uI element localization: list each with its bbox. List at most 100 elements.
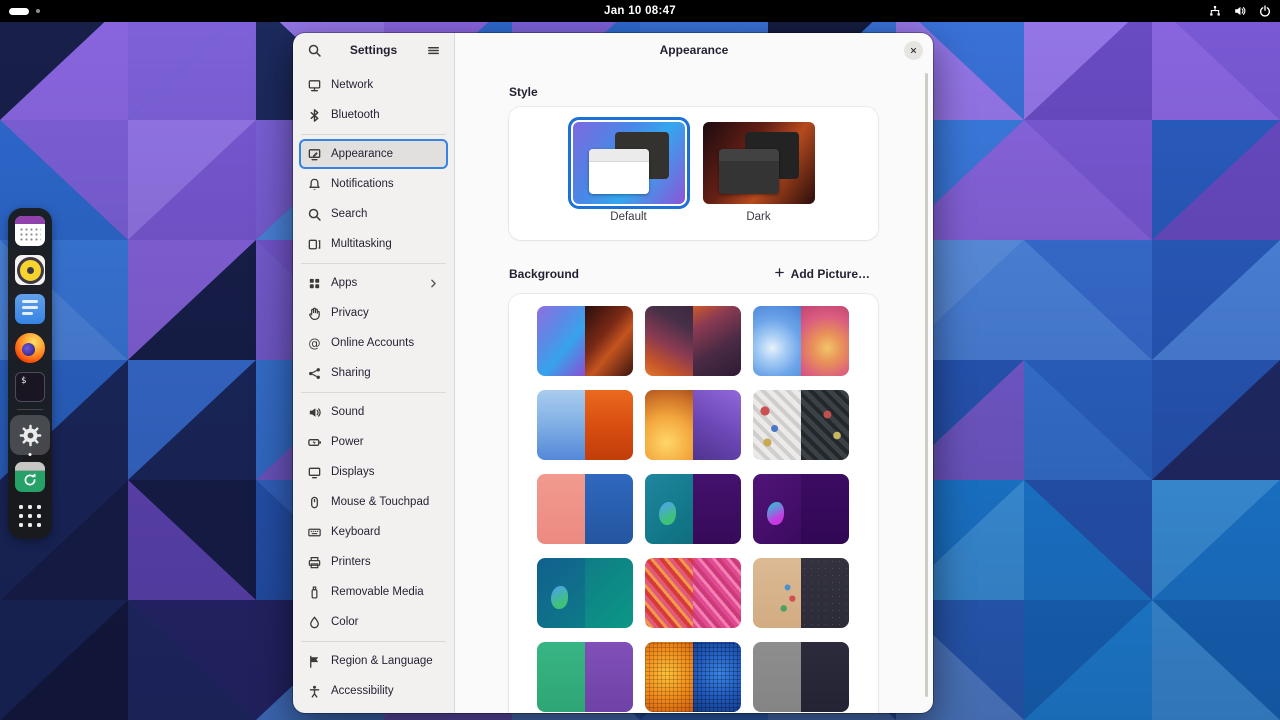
region-language-icon <box>307 654 322 669</box>
sidebar-item-label: Color <box>331 616 358 628</box>
sidebar-item-label: Search <box>331 208 367 220</box>
top-bar: Jan 10 08:47 <box>0 0 1280 22</box>
wallpaper-dark-half <box>693 558 741 628</box>
shutdown-icon <box>1258 4 1272 18</box>
notifications-icon <box>307 177 322 192</box>
sidebar-item-removable-media[interactable]: Removable Media <box>299 577 448 607</box>
sidebar-item-region-language[interactable]: Region & Language <box>299 646 448 676</box>
wallpaper-dark-half <box>801 390 849 460</box>
clock[interactable]: Jan 10 08:47 <box>604 0 676 22</box>
sidebar-item-label: Displays <box>331 466 374 478</box>
wallpaper-light-half <box>645 306 693 376</box>
wallpaper-thumb-cork-pixels[interactable] <box>753 558 849 628</box>
status-area[interactable] <box>1208 0 1272 22</box>
add-picture-button[interactable]: Add Picture… <box>765 262 878 286</box>
style-option-dark[interactable]: Dark <box>703 122 815 240</box>
wallpaper-dark-half <box>693 306 741 376</box>
dock: $ <box>8 208 52 539</box>
wallpaper-thumb-purple-leaf[interactable] <box>753 474 849 544</box>
printers-icon <box>307 555 322 570</box>
workspace-indicator[interactable] <box>9 0 40 22</box>
sidebar-item-accessibility[interactable]: Accessibility <box>299 676 448 706</box>
displays-icon <box>307 465 322 480</box>
settings-window: Settings NetworkBluetooth Appearance Notif… <box>293 33 933 713</box>
style-preview-dark <box>703 122 815 204</box>
wallpaper-dark-half <box>693 390 741 460</box>
wallpaper-light-half <box>753 642 801 712</box>
wallpaper-thumb-teal-leaf-purple[interactable] <box>645 474 741 544</box>
volume-icon[interactable] <box>1233 4 1247 18</box>
search-icon <box>307 207 322 222</box>
sidebar-item-label: Keyboard <box>331 526 380 538</box>
wallpaper-thumb-swirl-squares[interactable] <box>753 306 849 376</box>
sidebar-item-displays[interactable]: Displays <box>299 457 448 487</box>
sidebar-item-color[interactable]: Color <box>299 607 448 637</box>
show-apps-icon[interactable] <box>13 499 47 533</box>
address-book-app-icon[interactable] <box>13 292 47 326</box>
apps-icon <box>307 276 322 291</box>
power-icon <box>307 435 322 450</box>
search-button[interactable] <box>302 38 326 62</box>
wallpaper-thumb-contours[interactable] <box>645 306 741 376</box>
wallpaper-thumb-gray-navy-split[interactable] <box>753 642 849 712</box>
displays-icon <box>307 465 322 480</box>
sidebar-item-keyboard[interactable]: Keyboard <box>299 517 448 547</box>
sidebar-item-search[interactable]: Search <box>299 199 448 229</box>
wallpaper-thumb-salmon-blue-split[interactable] <box>537 474 633 544</box>
settings-app-icon[interactable] <box>10 415 50 455</box>
privacy-icon <box>307 306 322 321</box>
style-option-default[interactable]: Default <box>573 122 685 240</box>
sidebar-item-multitasking[interactable]: Multitasking <box>299 229 448 259</box>
sidebar-item-bluetooth[interactable]: Bluetooth <box>299 100 448 130</box>
close-button[interactable] <box>904 41 923 60</box>
printers-icon <box>307 555 322 570</box>
sidebar-item-apps[interactable]: Apps <box>299 268 448 298</box>
wallpaper-thumb-teal-leaf-full[interactable] <box>537 558 633 628</box>
sidebar-item-privacy[interactable]: Privacy <box>299 298 448 328</box>
wallpaper-thumb-amber-blue-pixelgrid[interactable] <box>645 642 741 712</box>
sidebar-item-sound[interactable]: Sound <box>299 397 448 427</box>
sidebar-item-sharing[interactable]: Sharing <box>299 358 448 388</box>
sidebar-item-printers[interactable]: Printers <box>299 547 448 577</box>
background-section-label: Background <box>509 267 579 281</box>
online-accounts-icon: @ <box>307 336 322 351</box>
calendar-app-icon[interactable] <box>13 214 47 248</box>
wallpaper-dark-half <box>585 306 633 376</box>
shutdown-icon[interactable] <box>1258 4 1272 18</box>
sidebar-item-notifications[interactable]: Notifications <box>299 169 448 199</box>
wallpaper-thumb-triangles-day-night[interactable] <box>537 306 633 376</box>
bluetooth-icon <box>307 108 322 123</box>
terminal-app-icon[interactable]: $ <box>13 370 47 404</box>
sidebar-item-network[interactable]: Network <box>299 70 448 100</box>
sidebar-item-label: Appearance <box>331 148 393 160</box>
software-updater-app-icon[interactable] <box>13 460 47 494</box>
menu-icon <box>426 43 441 58</box>
sidebar-item-mouse-touchpad[interactable]: Mouse & Touchpad <box>299 487 448 517</box>
search-icon <box>307 207 322 222</box>
wallpaper-thumb-green-purple-split[interactable] <box>537 642 633 712</box>
preview-window-front <box>589 149 648 194</box>
dock-divider <box>17 409 43 410</box>
menu-button[interactable] <box>421 38 445 62</box>
wallpaper-dark-half <box>801 642 849 712</box>
wallpaper-thumb-petals[interactable] <box>645 390 741 460</box>
network-tree-icon <box>1208 4 1222 18</box>
disc-app-icon[interactable] <box>13 253 47 287</box>
style-preview-default <box>573 122 685 204</box>
sidebar-divider <box>301 392 446 393</box>
wallpaper-thumb-pink-maze[interactable] <box>645 558 741 628</box>
sidebar: Settings NetworkBluetooth Appearance Notif… <box>293 33 455 713</box>
accessibility-icon <box>307 684 322 699</box>
wallpaper-light-half <box>645 642 693 712</box>
network-tree-icon[interactable] <box>1208 4 1222 18</box>
sidebar-item-power[interactable]: Power <box>299 427 448 457</box>
power-icon <box>307 435 322 450</box>
volume-icon <box>1233 4 1247 18</box>
wallpaper-thumb-pills-board[interactable] <box>753 390 849 460</box>
wallpaper-thumb-drips[interactable] <box>537 390 633 460</box>
window-title: Settings <box>328 43 419 57</box>
sidebar-item-online-accounts[interactable]: @Online Accounts <box>299 328 448 358</box>
scrollbar[interactable] <box>925 73 928 697</box>
firefox-app-icon[interactable] <box>13 331 47 365</box>
sidebar-item-appearance[interactable]: Appearance <box>299 139 448 169</box>
